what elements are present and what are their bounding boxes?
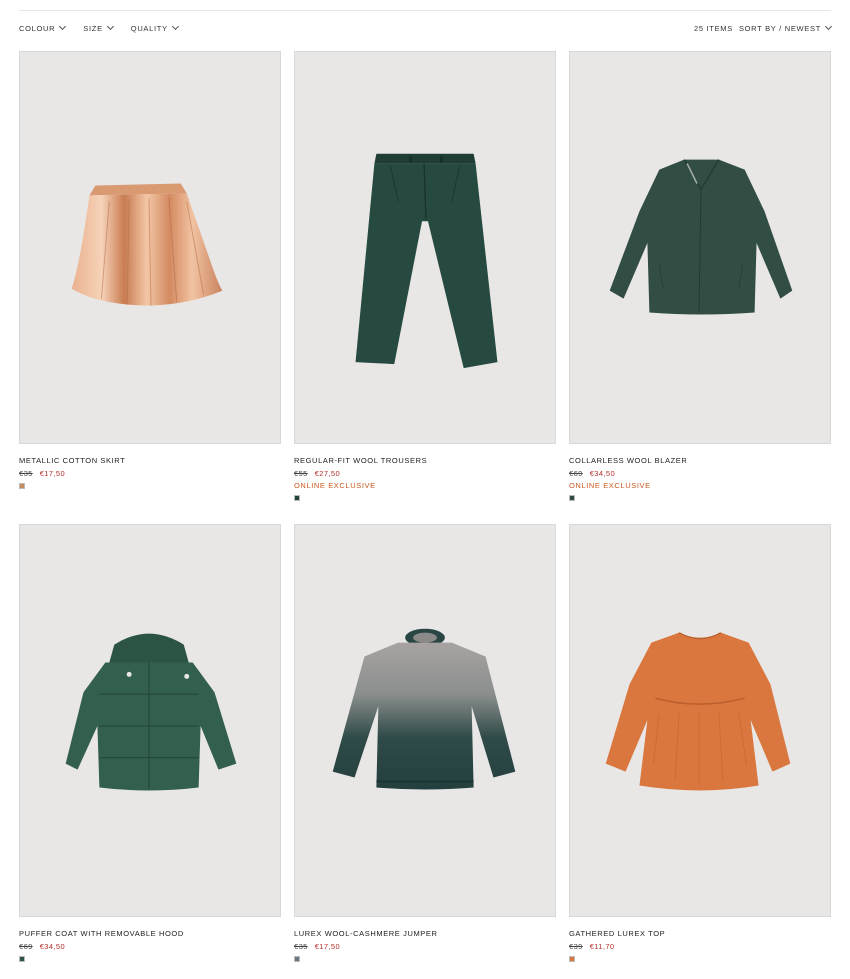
sort-label: SORT BY / NEWEST bbox=[738, 23, 821, 33]
puffer-coat-image bbox=[65, 633, 237, 791]
wool-blazer-image bbox=[609, 159, 793, 315]
chevron-down-icon bbox=[59, 22, 67, 31]
filter-colour-label: COLOUR bbox=[19, 23, 56, 33]
metallic-skirt-image bbox=[71, 183, 223, 306]
filter-size-label: SIZE bbox=[83, 23, 103, 33]
product-card[interactable]: PUFFER COAT WITH REMOVABLE HOOD €69 €34,… bbox=[19, 524, 281, 979]
original-price: €69 bbox=[569, 469, 583, 478]
product-image[interactable] bbox=[19, 51, 281, 444]
gathered-top-image bbox=[605, 632, 791, 791]
filter-size[interactable]: SIZE bbox=[83, 22, 114, 33]
product-name[interactable]: LUREX WOOL-CASHMERE JUMPER bbox=[294, 929, 556, 938]
product-image[interactable] bbox=[294, 524, 556, 917]
price-row: €35 €17,50 bbox=[19, 469, 281, 478]
original-price: €55 bbox=[294, 469, 308, 478]
product-name[interactable]: PUFFER COAT WITH REMOVABLE HOOD bbox=[19, 929, 281, 938]
filter-bar: COLOUR SIZE QUALITY 25 ITEMS SORT BY / N… bbox=[19, 22, 833, 34]
original-price: €35 bbox=[294, 942, 308, 951]
product-name[interactable]: GATHERED LUREX TOP bbox=[569, 929, 831, 938]
product-card[interactable]: LUREX WOOL-CASHMERE JUMPER €35 €17,50 bbox=[294, 524, 556, 979]
filter-quality-label: QUALITY bbox=[130, 23, 168, 33]
chevron-down-icon bbox=[106, 22, 114, 31]
original-price: €39 bbox=[569, 942, 583, 951]
product-card[interactable]: METALLIC COTTON SKIRT €35 €17,50 bbox=[19, 51, 281, 524]
price-row: €69 €34,50 bbox=[19, 942, 281, 951]
color-swatch[interactable] bbox=[294, 495, 300, 501]
sort-dropdown[interactable]: SORT BY / NEWEST bbox=[738, 22, 833, 33]
price-row: €55 €27,50 bbox=[294, 469, 556, 478]
chevron-down-icon bbox=[824, 22, 833, 31]
sale-price: €11,70 bbox=[589, 942, 615, 951]
product-image[interactable] bbox=[569, 51, 831, 444]
results-controls: 25 ITEMS SORT BY / NEWEST bbox=[693, 22, 833, 33]
sale-price: €17,50 bbox=[314, 942, 341, 951]
color-swatch[interactable] bbox=[569, 495, 575, 501]
sale-price: €34,50 bbox=[39, 942, 66, 951]
price-row: €35 €17,50 bbox=[294, 942, 556, 951]
product-grid: METALLIC COTTON SKIRT €35 €17,50 REGULAR… bbox=[19, 51, 831, 979]
chevron-down-icon bbox=[171, 22, 179, 31]
filter-colour[interactable]: COLOUR bbox=[19, 22, 67, 33]
color-swatch[interactable] bbox=[19, 956, 25, 962]
product-image[interactable] bbox=[569, 524, 831, 917]
filter-group: COLOUR SIZE QUALITY bbox=[19, 22, 179, 33]
items-count: 25 ITEMS bbox=[693, 23, 733, 33]
sale-price: €34,50 bbox=[589, 469, 616, 478]
color-swatch[interactable] bbox=[19, 483, 25, 489]
online-exclusive-badge: ONLINE EXCLUSIVE bbox=[294, 481, 376, 490]
filter-quality[interactable]: QUALITY bbox=[130, 22, 179, 33]
top-divider bbox=[19, 10, 831, 11]
sale-price: €27,50 bbox=[314, 469, 341, 478]
product-card[interactable]: REGULAR-FIT WOOL TROUSERS €55 €27,50 ONL… bbox=[294, 51, 556, 524]
product-name[interactable]: METALLIC COTTON SKIRT bbox=[19, 456, 281, 465]
online-exclusive-badge: ONLINE EXCLUSIVE bbox=[569, 481, 651, 490]
product-name[interactable]: REGULAR-FIT WOOL TROUSERS bbox=[294, 456, 556, 465]
original-price: €35 bbox=[19, 469, 33, 478]
product-card[interactable]: GATHERED LUREX TOP €39 €11,70 bbox=[569, 524, 831, 979]
sale-price: €17,50 bbox=[39, 469, 66, 478]
color-swatch[interactable] bbox=[294, 956, 300, 962]
product-image[interactable] bbox=[19, 524, 281, 917]
price-row: €39 €11,70 bbox=[569, 942, 831, 951]
color-swatch[interactable] bbox=[569, 956, 575, 962]
product-image[interactable] bbox=[294, 51, 556, 444]
price-row: €69 €34,50 bbox=[569, 469, 831, 478]
product-card[interactable]: COLLARLESS WOOL BLAZER €69 €34,50 ONLINE… bbox=[569, 51, 831, 524]
wool-trousers-image bbox=[355, 153, 498, 369]
original-price: €69 bbox=[19, 942, 33, 951]
product-name[interactable]: COLLARLESS WOOL BLAZER bbox=[569, 456, 831, 465]
lurex-jumper-image bbox=[332, 628, 516, 790]
